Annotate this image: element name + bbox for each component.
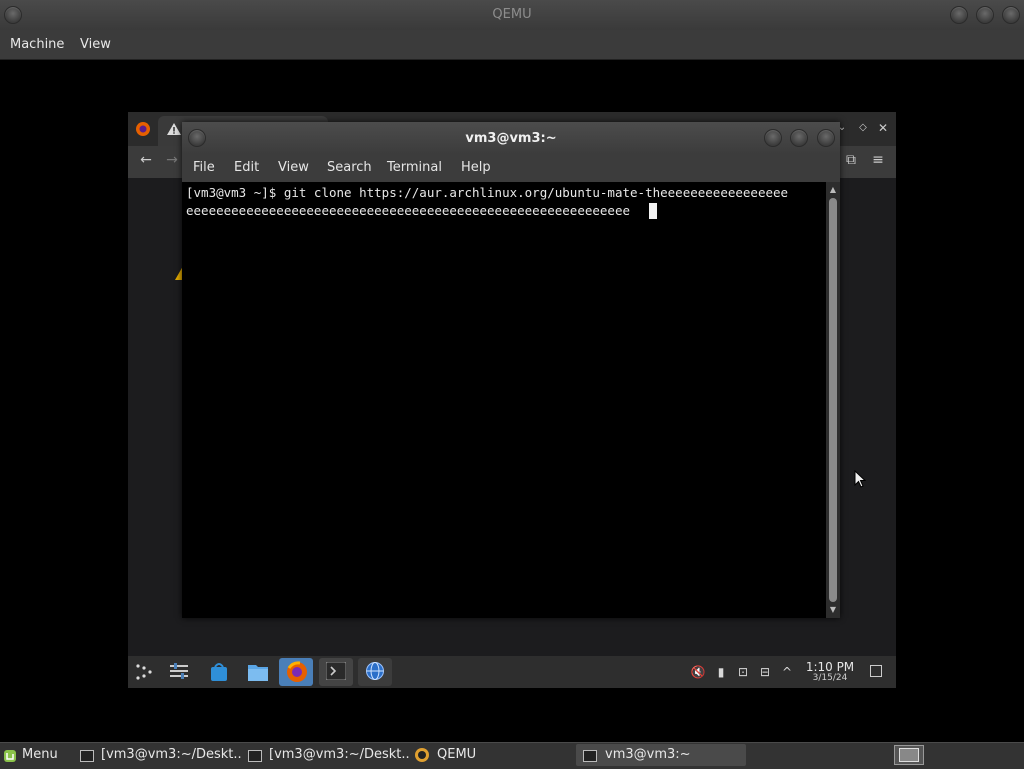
terminal-task-icon <box>248 750 262 762</box>
qemu-menu-machine[interactable]: Machine <box>10 30 64 59</box>
firefox-icon[interactable] <box>134 120 152 138</box>
forward-arrow-icon[interactable]: → <box>162 150 182 170</box>
terminal-maximize-button[interactable] <box>790 129 808 147</box>
terminal-menu-search[interactable]: Search <box>327 154 372 182</box>
terminal-body[interactable] <box>184 182 826 616</box>
usb-device-icon[interactable]: ▮ <box>713 664 729 680</box>
terminal-menu-terminal[interactable]: Terminal <box>387 154 442 182</box>
browser-close-icon[interactable]: ✕ <box>873 118 893 138</box>
network-wired-icon[interactable]: ⊟ <box>757 664 773 680</box>
restore-diamond-icon[interactable]: ◇ <box>853 118 873 138</box>
qemu-window-menu-button[interactable] <box>4 6 22 24</box>
qemu-menu-view[interactable]: View <box>80 30 111 59</box>
terminal-minimize-button[interactable] <box>764 129 782 147</box>
terminal-title: vm3@vm3:~ <box>465 131 557 146</box>
updates-icon[interactable]: ⊡ <box>735 664 751 680</box>
host-task-item[interactable]: [vm3@vm3:~/Deskt... <box>269 744 409 766</box>
terminal-line: eeeeeeeeeeeeeeeeeeeeeeeeeeeeeeeeeeeeeeee… <box>186 203 631 218</box>
qemu-menubar <box>0 30 1024 60</box>
terminal-menu-help[interactable]: Help <box>461 154 491 182</box>
extensions-icon[interactable]: ⧉ <box>841 150 861 170</box>
terminal-window-menu-button[interactable] <box>188 129 206 147</box>
scroll-up-arrow-icon[interactable]: ▲ <box>826 183 840 197</box>
guest-clock-time[interactable]: 1:10 PM <box>799 660 861 674</box>
globe-icon <box>365 661 385 681</box>
host-task-item[interactable]: QEMU <box>437 744 557 766</box>
mouse-pointer-icon <box>854 469 867 492</box>
scroll-down-arrow-icon[interactable]: ▼ <box>826 603 840 617</box>
terminal-task-icon <box>583 750 597 762</box>
qemu-minimize-button[interactable] <box>950 6 968 24</box>
host-menu-button[interactable]: Menu <box>22 744 58 766</box>
terminal-close-button[interactable] <box>817 129 835 147</box>
qemu-close-button[interactable] <box>1002 6 1020 24</box>
terminal-task-icon <box>80 750 94 762</box>
qemu-maximize-button[interactable] <box>976 6 994 24</box>
qemu-window-title: QEMU <box>492 7 532 22</box>
app-launcher-icon[interactable] <box>134 662 154 682</box>
show-desktop-icon[interactable] <box>870 665 882 677</box>
hamburger-menu-icon[interactable]: ≡ <box>868 150 888 170</box>
tray-expand-chevron-icon[interactable]: ^ <box>779 664 795 680</box>
terminal-menu-edit[interactable]: Edit <box>234 154 259 182</box>
guest-clock-date: 3/15/24 <box>812 673 848 683</box>
warning-icon <box>166 121 182 137</box>
terminal-taskbar-icon <box>325 661 347 681</box>
workspace-icon <box>899 748 919 762</box>
file-manager-icon[interactable] <box>246 661 270 683</box>
mint-menu-icon <box>3 748 17 762</box>
back-arrow-icon[interactable]: ← <box>136 150 156 170</box>
terminal-line: [vm3@vm3 ~]$ git clone https://aur.archl… <box>186 185 789 200</box>
volume-muted-icon[interactable]: 🔇 <box>690 664 706 680</box>
terminal-menu-file[interactable]: File <box>193 154 215 182</box>
system-settings-icon[interactable] <box>168 662 190 680</box>
terminal-cursor <box>649 203 657 219</box>
host-task-item[interactable]: [vm3@vm3:~/Deskt... <box>101 744 241 766</box>
software-store-icon[interactable] <box>208 661 230 683</box>
terminal-scroll-thumb[interactable] <box>829 198 837 602</box>
host-task-item[interactable]: vm3@vm3:~ <box>605 744 735 766</box>
terminal-menu-view[interactable]: View <box>278 154 309 182</box>
firefox-taskbar-icon <box>285 660 309 684</box>
qemu-task-icon <box>414 747 430 763</box>
